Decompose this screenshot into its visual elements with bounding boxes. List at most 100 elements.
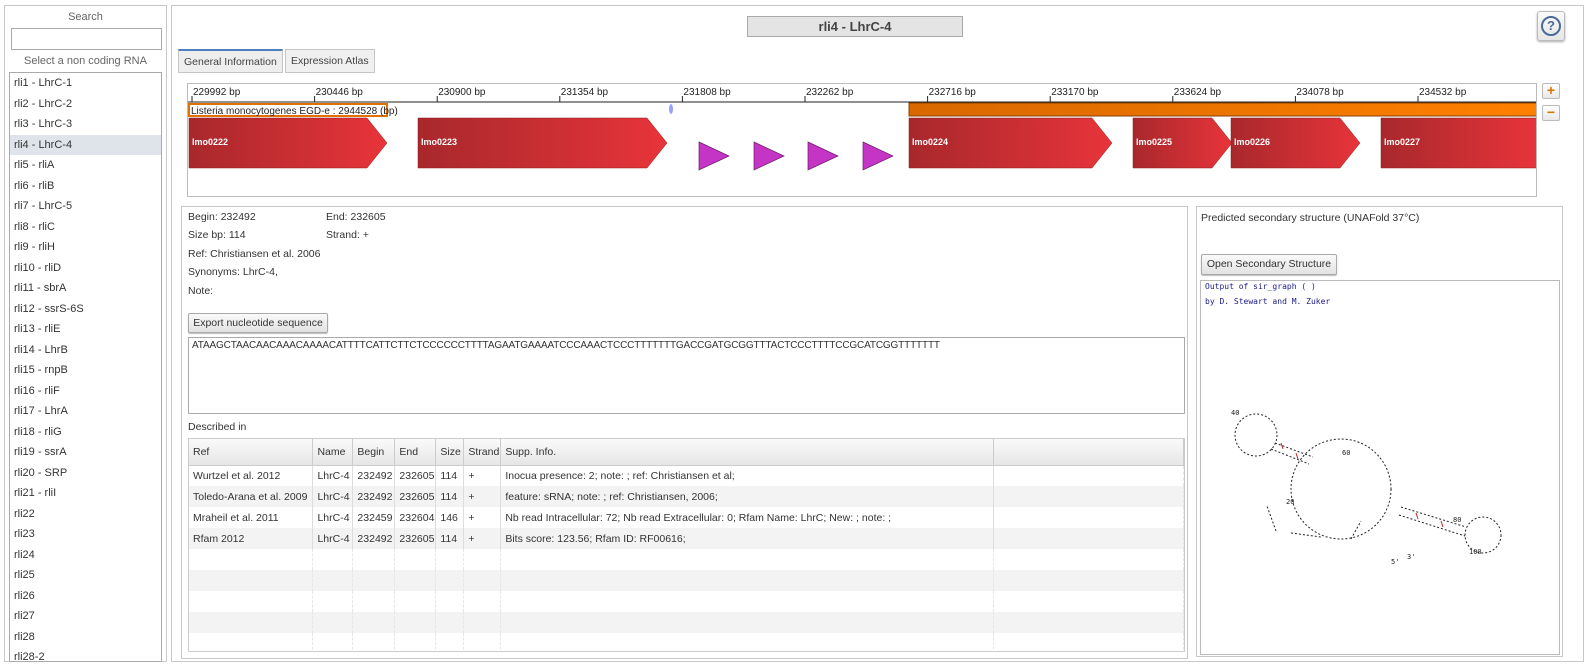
gene-label: lmo0223 xyxy=(421,137,457,147)
table-cell: Toledo-Arana et al. 2009 xyxy=(189,486,314,507)
rna-list-item[interactable]: rli2 - LhrC-2 xyxy=(10,94,161,115)
table-cell xyxy=(352,591,396,612)
rna-list-item[interactable]: rli1 - LhrC-1 xyxy=(10,73,161,94)
table-cell: 114 xyxy=(435,486,465,507)
rna-list-item[interactable]: rli16 - rliF xyxy=(10,381,161,402)
rna-list-item[interactable]: rli19 - ssrA xyxy=(10,442,161,463)
table-cell xyxy=(352,633,396,651)
rna-list-item[interactable]: rli24 xyxy=(10,545,161,566)
rna-list-item[interactable]: rli9 - rliH xyxy=(10,237,161,258)
zoom-in-button[interactable]: + xyxy=(1542,83,1560,99)
helix-stems xyxy=(1266,442,1467,540)
label-80: 80 xyxy=(1453,516,1461,524)
srna-arrow[interactable] xyxy=(698,141,730,171)
rna-list-item[interactable]: rli21 - rliI xyxy=(10,483,161,504)
ruler-tick-label: 230446 bp xyxy=(316,87,364,98)
column-header[interactable]: Name xyxy=(312,439,354,466)
rna-list-item[interactable]: rli22 xyxy=(10,504,161,525)
export-sequence-button[interactable]: Export nucleotide sequence xyxy=(188,313,328,333)
sequence-textarea[interactable]: ATAAGCTAACAACAAACAAAACATTTTCATTCTTCTCCCC… xyxy=(188,337,1185,414)
table-cell: 232492 xyxy=(352,528,396,549)
rna-list-item[interactable]: rli8 - rliC xyxy=(10,217,161,238)
rna-list-item[interactable]: rli18 - rliG xyxy=(10,422,161,443)
ruler-tick-label: 229992 bp xyxy=(193,87,241,98)
rna-list-item[interactable]: rli14 - LhrB xyxy=(10,340,161,361)
rna-list-item[interactable]: rli17 - LhrA xyxy=(10,401,161,422)
genome-track: 229992 bp 230446 bp 230900 bp 231354 bp 2318… xyxy=(188,87,1536,171)
table-cell: Wurtzel et al. 2012 xyxy=(189,465,314,486)
rna-list-item[interactable]: rli25 xyxy=(10,565,161,586)
hairpin-loop-1 xyxy=(1234,413,1278,457)
table-cell xyxy=(500,633,995,651)
table-cell xyxy=(500,612,995,633)
described-in-label: Described in xyxy=(188,421,247,433)
rna-list-item[interactable]: rli5 - rliA xyxy=(10,155,161,176)
table-cell: + xyxy=(463,507,502,528)
column-header[interactable]: Strand xyxy=(463,439,502,466)
srna-arrow[interactable] xyxy=(862,141,894,171)
table-cell xyxy=(394,633,437,651)
column-header[interactable]: Ref xyxy=(189,439,314,466)
rna-list-item[interactable]: rli26 xyxy=(10,586,161,607)
rna-list[interactable]: rli1 - LhrC-1 rli2 - LhrC-2 rli3 - LhrC-3 r… xyxy=(9,72,162,662)
genome-browser[interactable]: 229992 bp 230446 bp 230900 bp 231354 bp 2318… xyxy=(187,83,1537,197)
table-cell xyxy=(463,633,502,651)
column-header[interactable]: Size xyxy=(435,439,465,466)
srna-marker[interactable] xyxy=(669,104,673,114)
rna-list-item[interactable]: rli13 - rliE xyxy=(10,319,161,340)
column-header[interactable] xyxy=(993,439,1184,466)
table-cell xyxy=(189,591,314,612)
help-button[interactable]: ? xyxy=(1537,11,1565,41)
label-60: 60 xyxy=(1342,449,1350,457)
column-header[interactable]: Begin xyxy=(352,439,396,466)
table-cell xyxy=(993,612,1184,633)
table-cell xyxy=(189,570,314,591)
gene-label: lmo0226 xyxy=(1234,137,1270,147)
table-cell: LhrC-4 xyxy=(312,507,354,528)
empty-row xyxy=(189,549,1184,570)
table-row[interactable]: Mraheil et al. 2011 LhrC-4 232459 232604 146… xyxy=(189,507,1184,528)
rna-list-item[interactable]: rli27 xyxy=(10,606,161,627)
rna-list-item[interactable]: rli3 - LhrC-3 xyxy=(10,114,161,135)
table-cell xyxy=(435,570,465,591)
srna-arrow[interactable] xyxy=(807,141,839,171)
table-cell xyxy=(189,633,314,651)
zoom-out-button[interactable]: − xyxy=(1542,105,1560,121)
rna-list-item[interactable]: rli6 - rliB xyxy=(10,176,161,197)
ruler-tick-label: 233624 bp xyxy=(1174,87,1222,98)
column-header[interactable]: Supp. Info. xyxy=(500,439,995,466)
search-input[interactable] xyxy=(11,28,162,50)
table-row[interactable]: Toledo-Arana et al. 2009 LhrC-4 232492 2326… xyxy=(189,486,1184,507)
rna-list-item[interactable]: rli23 xyxy=(10,524,161,545)
rna-list-item[interactable]: rli15 - rnpB xyxy=(10,360,161,381)
label-3prime: 3' xyxy=(1407,553,1415,561)
table-cell: Mraheil et al. 2011 xyxy=(189,507,314,528)
rna-list-item[interactable]: rli4 - LhrC-4 xyxy=(10,134,161,155)
rna-list-item[interactable]: rli7 - LhrC-5 xyxy=(10,196,161,217)
table-cell xyxy=(435,591,465,612)
label-40: 40 xyxy=(1231,409,1239,417)
rna-list-item[interactable]: rli20 - SRP xyxy=(10,463,161,484)
rna-list-item[interactable]: rli28-2 xyxy=(10,647,161,661)
gene-label: lmo0225 xyxy=(1136,137,1172,147)
size-value: Size bp: 114 xyxy=(188,229,246,241)
table-cell: LhrC-4 xyxy=(312,528,354,549)
table-cell xyxy=(463,591,502,612)
open-secondary-structure-button[interactable]: Open Secondary Structure xyxy=(1201,254,1337,275)
tab-general-information[interactable]: General Information xyxy=(178,49,283,73)
ruler-tick-label: 231354 bp xyxy=(561,87,609,98)
rna-list-item[interactable]: rli11 - sbrA xyxy=(10,278,161,299)
sidebar: Search Select a non coding RNA rli1 - Lh… xyxy=(4,5,167,662)
table-row[interactable]: Rfam 2012 LhrC-4 232492 232605 114 + Bits scor… xyxy=(189,528,1184,549)
table-cell xyxy=(312,591,354,612)
column-header[interactable]: End xyxy=(394,439,437,466)
table-row[interactable]: Wurtzel et al. 2012 LhrC-4 232492 232605 114… xyxy=(189,465,1184,486)
table-cell xyxy=(312,549,354,570)
rna-list-item[interactable]: rli10 - rliD xyxy=(10,258,161,279)
search-label: Search xyxy=(68,11,103,23)
srna-arrow[interactable] xyxy=(753,141,785,171)
rna-list-item[interactable]: rli28 xyxy=(10,627,161,648)
rna-list-item[interactable]: rli12 - ssrS-6S xyxy=(10,299,161,320)
synonyms-value: Synonyms: LhrC-4, xyxy=(188,266,278,278)
tab-expression-atlas[interactable]: Expression Atlas xyxy=(285,49,375,73)
